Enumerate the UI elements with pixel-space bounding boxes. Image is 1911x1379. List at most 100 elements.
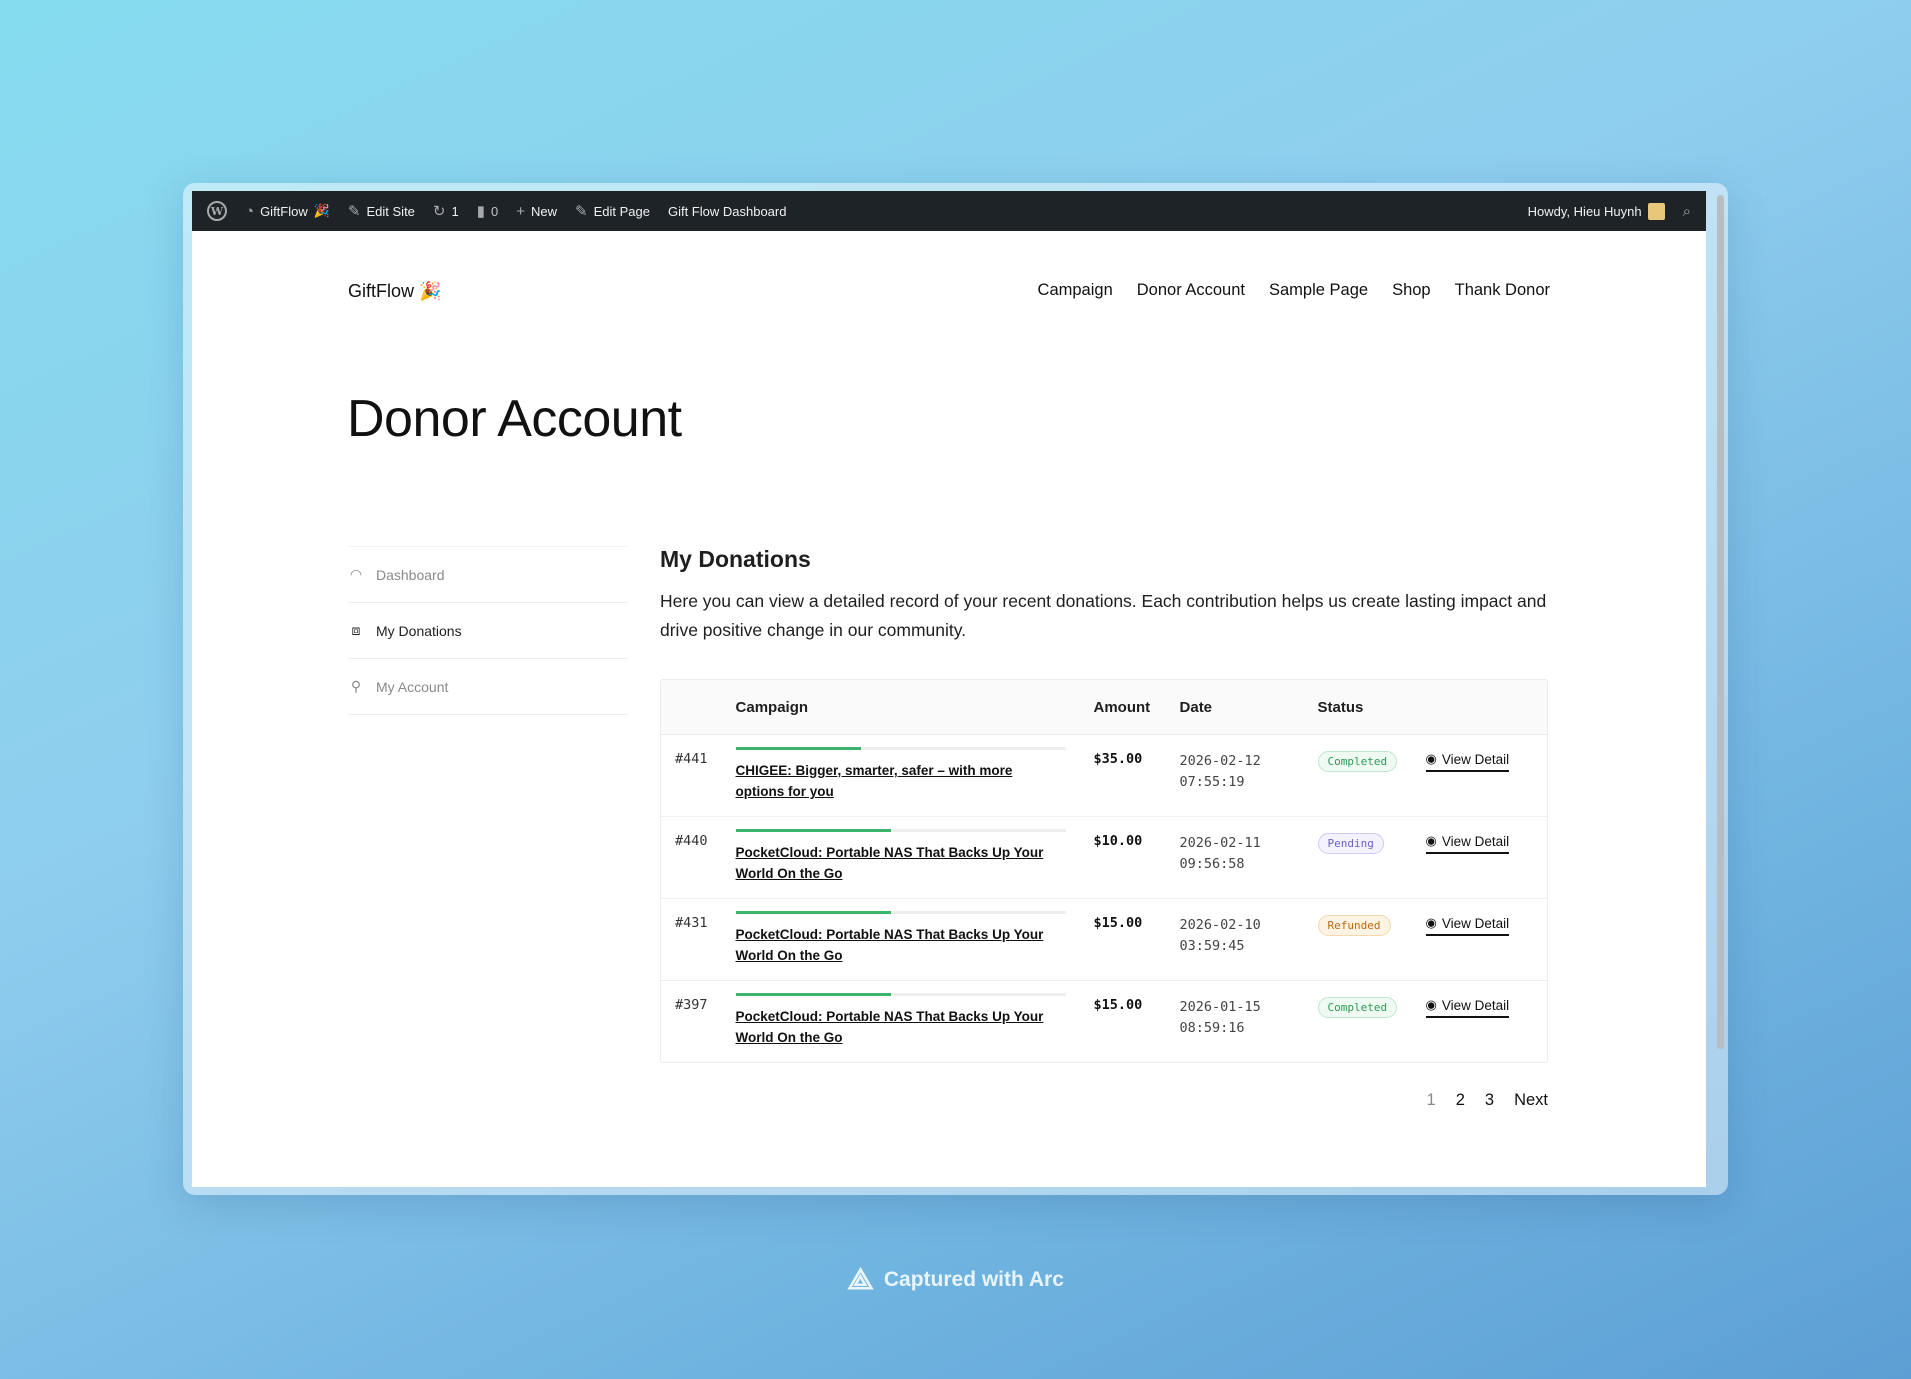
admin-search[interactable]: ⌕ <box>1674 191 1700 231</box>
page-title: Donor Account <box>347 390 682 448</box>
campaign-progress-fill <box>735 993 891 996</box>
sidebar-item-my-donations[interactable]: ⧈ My Donations <box>348 603 628 659</box>
status-cell: Pending <box>1303 816 1412 899</box>
arc-logo-icon: ⟁ <box>847 1263 874 1296</box>
header-status: Status <box>1303 680 1412 735</box>
campaign-progress-bar <box>735 829 1066 832</box>
header-campaign: Campaign <box>721 680 1080 735</box>
amount-cell: $15.00 <box>1080 981 1166 1063</box>
donation-amount: $15.00 <box>1093 997 1143 1013</box>
donation-box-icon: ⧈ <box>351 622 361 638</box>
donation-time: 09:56:58 <box>1179 856 1245 872</box>
site-header: GiftFlow 🎉 Campaign Donor Account Sample… <box>192 231 1706 331</box>
admin-site-name[interactable]: ◔ GiftFlow 🎉 <box>236 191 339 231</box>
sidebar-item-my-account[interactable]: ⚲ My Account <box>348 659 628 715</box>
campaign-progress-fill <box>735 911 891 914</box>
view-detail-label: View Detail <box>1441 833 1510 849</box>
browser-window: W ◔ GiftFlow 🎉 ✎ Edit Site ↻ 1 ▮ 0 + New <box>192 191 1706 1187</box>
admin-account-menu[interactable]: Howdy, Hieu Huynh <box>1519 191 1674 231</box>
nav-donor-account[interactable]: Donor Account <box>1137 281 1245 300</box>
pagination: 1 2 3 Next <box>660 1091 1549 1110</box>
donation-id: #397 <box>675 997 708 1013</box>
eye-icon: ◉ <box>1425 751 1437 766</box>
admin-bar: W ◔ GiftFlow 🎉 ✎ Edit Site ↻ 1 ▮ 0 + New <box>192 191 1706 231</box>
page-2[interactable]: 2 <box>1456 1091 1465 1110</box>
scrollbar-thumb[interactable] <box>1717 195 1724 1049</box>
campaign-progress-fill <box>735 829 891 832</box>
view-detail-label: View Detail <box>1441 751 1510 767</box>
view-detail-link[interactable]: ◉ View Detail <box>1425 915 1510 936</box>
site-title[interactable]: GiftFlow 🎉 <box>348 281 441 302</box>
table-row: #441 CHIGEE: Bigger, smarter, safer – wi… <box>661 734 1547 817</box>
donation-date: 2026-02-10 <box>1179 917 1261 933</box>
donation-date: 2026-02-12 <box>1179 753 1261 769</box>
donation-time: 08:59:16 <box>1179 1020 1245 1036</box>
campaign-link[interactable]: CHIGEE: Bigger, smarter, safer – with mo… <box>736 760 1056 802</box>
sidebar-item-dashboard[interactable]: ◠ Dashboard <box>348 546 628 603</box>
eye-icon: ◉ <box>1425 833 1437 848</box>
donation-id: #441 <box>675 751 708 767</box>
nav-shop[interactable]: Shop <box>1392 281 1431 300</box>
donation-time: 07:55:19 <box>1179 774 1245 790</box>
action-cell: ◉ View Detail <box>1411 734 1547 817</box>
dashboard-icon: ◔ <box>245 202 255 220</box>
header-amount: Amount <box>1079 680 1166 735</box>
view-detail-label: View Detail <box>1441 997 1510 1013</box>
wordpress-menu[interactable]: W <box>198 191 236 231</box>
page-3[interactable]: 3 <box>1485 1091 1494 1110</box>
amount-cell: $15.00 <box>1079 898 1166 981</box>
admin-new[interactable]: + New <box>507 191 566 231</box>
nav-sample-page[interactable]: Sample Page <box>1269 281 1368 300</box>
admin-edit-site[interactable]: ✎ Edit Site <box>339 191 424 231</box>
campaign-cell: PocketCloud: Portable NAS That Backs Up … <box>722 981 1080 1063</box>
page-1[interactable]: 1 <box>1427 1091 1436 1110</box>
status-cell: Completed <box>1304 981 1412 1063</box>
campaign-cell: CHIGEE: Bigger, smarter, safer – with mo… <box>721 734 1080 817</box>
nav-thank-donor[interactable]: Thank Donor <box>1455 281 1550 300</box>
next-page-link[interactable]: Next <box>1514 1091 1548 1110</box>
campaign-progress-fill <box>735 747 861 750</box>
campaign-progress-bar <box>735 993 1066 996</box>
campaign-progress-bar <box>735 911 1066 914</box>
campaign-link[interactable]: PocketCloud: Portable NAS That Backs Up … <box>736 924 1056 966</box>
view-detail-label: View Detail <box>1441 915 1510 931</box>
comment-icon: ▮ <box>476 202 485 220</box>
action-cell: ◉ View Detail <box>1412 981 1547 1063</box>
view-detail-link[interactable]: ◉ View Detail <box>1425 833 1510 854</box>
admin-edit-page[interactable]: ✎ Edit Page <box>566 191 659 231</box>
brush-icon: ✎ <box>347 202 361 220</box>
table-row: #431 PocketCloud: Portable NAS That Back… <box>661 898 1547 981</box>
admin-giftflow-dashboard[interactable]: Gift Flow Dashboard <box>659 191 796 231</box>
donation-id: #440 <box>675 833 708 849</box>
table-row: #397 PocketCloud: Portable NAS That Back… <box>661 981 1547 1063</box>
donation-amount: $15.00 <box>1093 915 1143 931</box>
party-popper-icon: 🎉 <box>419 281 442 301</box>
date-cell: 2026-01-15 08:59:16 <box>1166 981 1304 1063</box>
campaign-link[interactable]: PocketCloud: Portable NAS That Backs Up … <box>736 842 1056 884</box>
header-id <box>661 680 722 735</box>
section-intro: Here you can view a detailed record of y… <box>660 591 1547 640</box>
campaign-link[interactable]: PocketCloud: Portable NAS That Backs Up … <box>736 1006 1056 1048</box>
account-sidebar: ◠ Dashboard ⧈ My Donations ⚲ My Account <box>348 546 628 715</box>
eye-icon: ◉ <box>1425 915 1437 930</box>
admin-updates[interactable]: ↻ 1 <box>424 191 468 231</box>
view-detail-link[interactable]: ◉ View Detail <box>1425 751 1510 772</box>
donation-amount: $35.00 <box>1093 751 1143 767</box>
scrollbar[interactable] <box>1714 191 1728 1187</box>
nav-campaign[interactable]: Campaign <box>1038 281 1113 300</box>
status-badge: Completed <box>1317 997 1398 1018</box>
view-detail-link[interactable]: ◉ View Detail <box>1425 997 1510 1018</box>
amount-cell: $10.00 <box>1079 816 1166 899</box>
donations-section: My Donations Here you can view a detaile… <box>660 546 1548 1110</box>
action-cell: ◉ View Detail <box>1411 816 1547 899</box>
gauge-icon: ◠ <box>349 566 363 582</box>
donation-id-cell: #441 <box>661 734 722 817</box>
admin-comments[interactable]: ▮ 0 <box>468 191 508 231</box>
updates-icon: ↻ <box>432 202 446 220</box>
header-date: Date <box>1165 680 1304 735</box>
donation-date: 2026-01-15 <box>1179 999 1261 1015</box>
header-action <box>1411 680 1547 735</box>
capture-badge: ⟁ Captured with Arc <box>847 1263 1064 1296</box>
plus-icon: + <box>516 202 525 220</box>
table-row: #440 PocketCloud: Portable NAS That Back… <box>661 816 1547 899</box>
